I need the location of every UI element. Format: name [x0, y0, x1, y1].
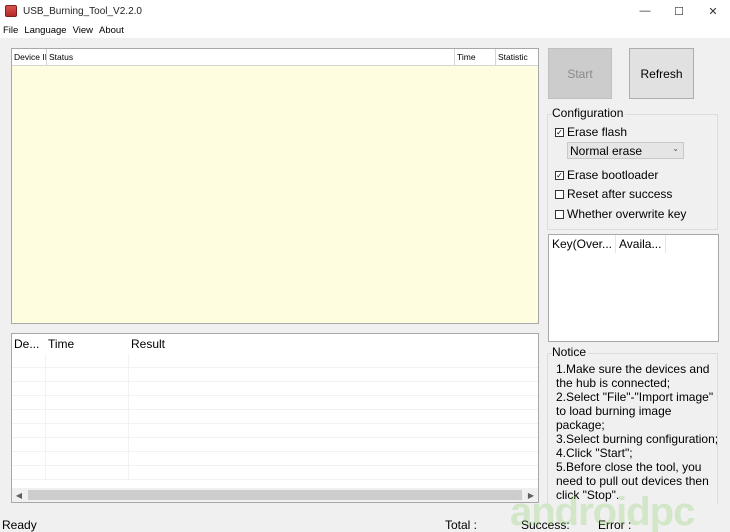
notice-line: 2.Select "File"-"Import image" [556, 390, 714, 404]
table-row [12, 410, 538, 424]
checkbox-checked-icon[interactable]: ✓ [555, 127, 564, 137]
minimize-button[interactable]: — [628, 0, 662, 22]
horizontal-scrollbar[interactable]: ◀ ▶ [12, 488, 538, 502]
column-key[interactable]: Key(Over... [549, 235, 616, 253]
column-time[interactable]: Time [455, 49, 496, 65]
checkbox-unchecked-icon[interactable] [555, 189, 564, 199]
chevron-down-icon: ⌄ [672, 144, 679, 153]
checkbox-unchecked-icon[interactable] [555, 209, 564, 219]
result-list[interactable]: De... Time Result ◀ ▶ [11, 333, 539, 503]
column-statistic[interactable]: Statistic [496, 49, 538, 65]
title-bar: USB_Burning_Tool_V2.2.0 — ☐ ✕ [0, 0, 730, 22]
window-title: USB_Burning_Tool_V2.2.0 [23, 5, 142, 17]
notice-line: the hub is connected; [556, 376, 671, 390]
table-row [12, 452, 538, 466]
erase-mode-select[interactable]: Normal erase ⌄ [567, 142, 684, 159]
key-list-header: Key(Over... Availa... [549, 235, 718, 253]
device-list[interactable]: Device ID Status Time Statistic [11, 48, 539, 324]
column-result[interactable]: Result [129, 334, 538, 354]
start-button[interactable]: Start [548, 48, 612, 99]
scroll-left-icon[interactable]: ◀ [12, 488, 26, 502]
table-row [12, 382, 538, 396]
notice-line: 1.Make sure the devices and [556, 362, 710, 376]
menu-language[interactable]: Language [21, 25, 69, 36]
scrollbar-thumb[interactable] [28, 490, 522, 500]
configuration-group: Configuration ✓ Erase flash Normal erase… [547, 106, 718, 230]
status-ready: Ready [2, 518, 37, 532]
table-row [12, 368, 538, 382]
menu-bar: File Language View About [0, 22, 730, 38]
table-row [12, 424, 538, 438]
menu-view[interactable]: View [70, 25, 96, 36]
configuration-title: Configuration [552, 106, 626, 120]
notice-line: click "Stop". [556, 488, 620, 502]
column-result-time[interactable]: Time [46, 334, 129, 354]
column-device[interactable]: De... [12, 334, 46, 354]
notice-line: package; [556, 418, 605, 432]
notice-group: Notice 1.Make sure the devices and the h… [547, 344, 718, 504]
scroll-right-icon[interactable]: ▶ [524, 488, 538, 502]
window-controls: — ☐ ✕ [628, 0, 730, 22]
status-success: Success: [521, 518, 570, 532]
notice-line: need to pull out devices then [556, 474, 709, 488]
column-device-id[interactable]: Device ID [12, 49, 47, 65]
close-button[interactable]: ✕ [696, 0, 730, 22]
erase-bootloader-checkbox[interactable]: ✓ Erase bootloader [555, 168, 658, 182]
erase-bootloader-label: Erase bootloader [567, 168, 659, 182]
status-error: Error : [598, 518, 632, 532]
overwrite-key-checkbox[interactable]: Whether overwrite key [555, 207, 686, 221]
menu-file[interactable]: File [0, 25, 21, 36]
result-rows [12, 354, 538, 488]
notice-line: 5.Before close the tool, you [556, 460, 702, 474]
column-status[interactable]: Status [47, 49, 455, 65]
table-row [12, 354, 538, 368]
erase-flash-label: Erase flash [567, 125, 628, 139]
notice-line: 4.Click "Start"; [556, 446, 633, 460]
refresh-button[interactable]: Refresh [629, 48, 694, 99]
key-list[interactable]: Key(Over... Availa... [548, 234, 719, 342]
menu-about[interactable]: About [96, 25, 127, 36]
notice-text: 1.Make sure the devices and the hub is c… [556, 362, 718, 502]
erase-flash-checkbox[interactable]: ✓ Erase flash [555, 125, 627, 139]
table-row [12, 396, 538, 410]
notice-line: to load burning image [556, 404, 672, 418]
app-icon [5, 5, 17, 17]
overwrite-key-label: Whether overwrite key [567, 207, 687, 221]
table-row [12, 466, 538, 480]
device-list-header: Device ID Status Time Statistic [12, 49, 538, 66]
result-list-header: De... Time Result [12, 334, 538, 354]
table-row [12, 438, 538, 452]
status-bar: Ready Total : Success: Error : [0, 517, 730, 532]
notice-line: 3.Select burning configuration; [556, 432, 719, 446]
reset-after-success-label: Reset after success [567, 187, 673, 201]
maximize-button[interactable]: ☐ [662, 0, 696, 22]
checkbox-checked-icon[interactable]: ✓ [555, 170, 564, 180]
column-available[interactable]: Availa... [616, 235, 666, 253]
status-total: Total : [445, 518, 478, 532]
notice-title: Notice [552, 345, 589, 359]
reset-after-success-checkbox[interactable]: Reset after success [555, 187, 672, 201]
erase-mode-value: Normal erase [570, 143, 643, 158]
